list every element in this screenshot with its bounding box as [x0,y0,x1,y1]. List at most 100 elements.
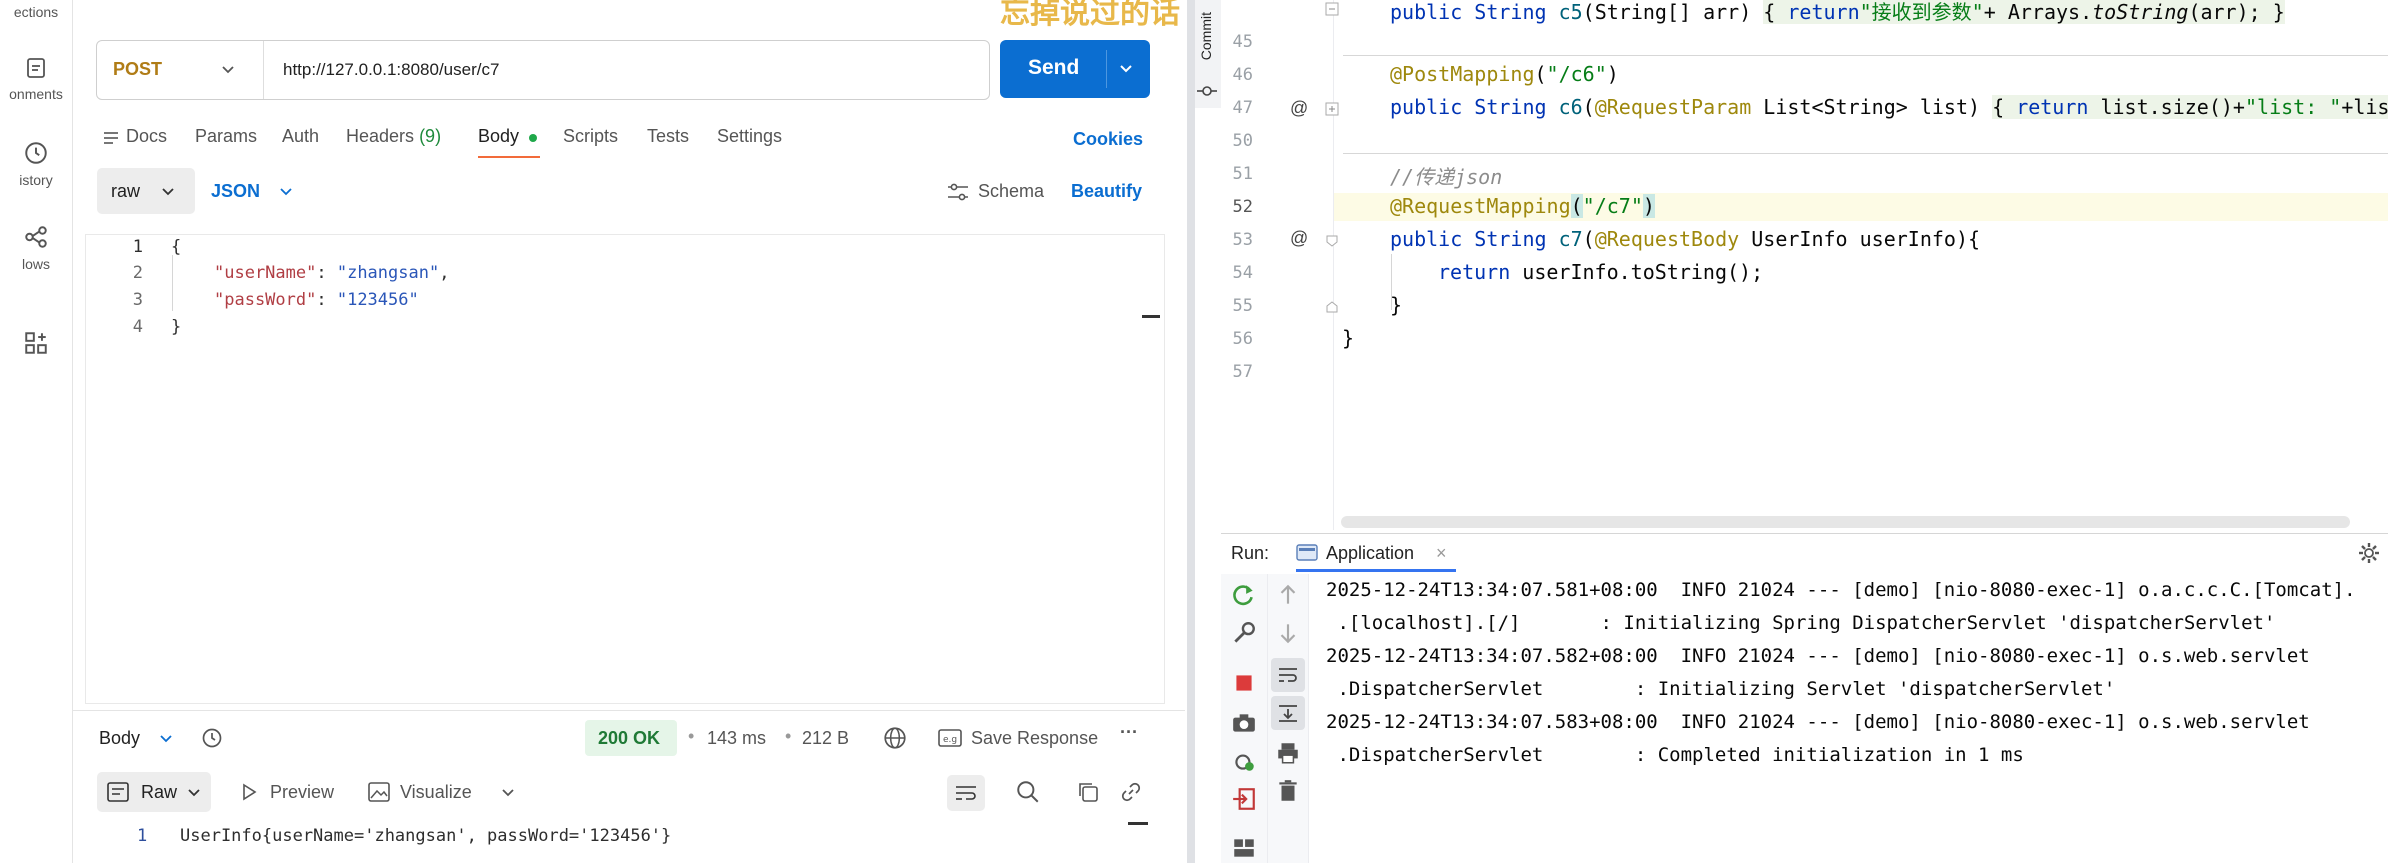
json-sep: : [316,263,337,283]
tab-body-label: Body [478,126,520,146]
chevron-down-icon[interactable] [501,786,515,800]
tab-docs[interactable]: Docs [126,126,167,147]
request-body-editor[interactable]: 1 2 3 4 { "userName": "zhangsan", "passW… [85,234,1165,704]
sidebar-item-environments[interactable]: onments [0,56,72,102]
method-separator [1343,153,2388,154]
code-token: ( [1582,227,1595,251]
send-button[interactable]: Send [1000,40,1150,98]
cookies-link[interactable]: Cookies [1073,129,1143,150]
arrow-up-icon[interactable] [1275,582,1301,608]
history-icon [25,142,47,164]
globe-icon[interactable] [882,725,908,751]
schema-button[interactable]: Schema [978,181,1044,202]
console-line: 2025-12-24T13:34:07.583+08:00 INFO 21024… [1326,711,2310,733]
layout-icon[interactable] [1231,835,1257,861]
line-number: 3 [132,290,143,310]
beautify-button[interactable]: Beautify [1071,181,1142,202]
response-body[interactable]: UserInfo{userName='zhangsan', passWord='… [180,826,671,846]
sidebar-item-collections[interactable]: ections [0,4,72,20]
camera-icon[interactable] [1231,710,1257,736]
soft-wrap-toggle[interactable] [1271,658,1305,692]
gear-icon[interactable] [2358,542,2380,564]
fold-icon[interactable] [1325,234,1339,248]
endpoint-marker-icon[interactable]: @ [1290,228,1308,249]
fold-icon[interactable] [1325,2,1339,16]
more-options-icon[interactable]: ··· [1120,722,1138,743]
code-token: ( [1582,95,1595,119]
console-line: .DispatcherServlet : Initializing Servle… [1326,678,2116,700]
horizontal-scrollbar[interactable] [1341,516,2350,528]
rerun-icon[interactable] [1231,582,1257,608]
fold-icon[interactable] [1325,300,1339,314]
scroll-to-end-toggle[interactable] [1271,696,1305,730]
trash-icon[interactable] [1275,778,1301,804]
save-response-button[interactable]: Save Response [971,728,1098,749]
save-response-icon: e.g [938,729,962,747]
code-line: return userInfo.toString(); [1438,260,1763,284]
body-active-dot [529,134,537,142]
code-token: { [1992,95,2017,119]
tab-params[interactable]: Params [195,126,257,147]
response-view-select[interactable]: Raw [97,772,211,812]
status-badge[interactable]: 200 OK [585,720,677,756]
sidebar-item-flows[interactable]: lows [0,224,72,272]
flows-icon [25,226,47,248]
tab-settings[interactable]: Settings [717,126,782,147]
console-line: .DispatcherServlet : Completed initializ… [1326,744,2024,766]
tab-tests[interactable]: Tests [647,126,689,147]
sidebar-item-more[interactable] [0,330,72,362]
copy-icon[interactable] [1077,781,1099,803]
fold-icon[interactable] [1325,102,1339,116]
commit-icon[interactable] [1196,80,1218,102]
tab-auth[interactable]: Auth [282,126,319,147]
tab-headers[interactable]: Headers (9) [346,126,441,147]
body-mode-select[interactable]: raw [97,168,195,214]
preview-tab[interactable]: Preview [270,782,334,803]
response-time[interactable]: 143 ms [707,728,766,749]
body-format-select[interactable]: JSON [211,181,260,202]
code-token: ( [1534,62,1547,86]
tab-headers-label: Headers [346,126,415,146]
response-section-select[interactable]: Body [99,728,140,749]
print-icon[interactable] [1275,740,1301,766]
response-size[interactable]: 212 B [802,728,849,749]
run-tab-application[interactable]: Application [1326,543,1414,564]
wrap-lines-button[interactable] [947,775,985,811]
stop-icon[interactable] [1231,670,1257,696]
code-line: } [1342,326,1355,350]
arrow-down-icon[interactable] [1275,620,1301,646]
debug-icon[interactable] [1231,748,1257,774]
code-token: "/c6" [1546,62,1607,86]
window-divider[interactable] [1187,0,1195,863]
code-line: "passWord": "123456" [214,290,419,310]
code-line: public String c6(@RequestParam List<Stri… [1390,95,2388,119]
chevron-down-icon[interactable] [159,732,173,746]
tab-scripts[interactable]: Scripts [563,126,618,147]
code-comment: //传递json [1390,165,1503,189]
url-input[interactable] [283,58,963,82]
endpoint-marker-icon[interactable]: @ [1290,98,1308,119]
code-token: @RequestMapping [1390,194,1571,218]
chevron-down-icon[interactable] [1118,62,1134,76]
code-token: "接收到参数" [1859,0,1984,24]
sidebar-item-history[interactable]: istory [0,140,72,188]
close-icon[interactable]: × [1436,543,1447,564]
tab-body[interactable]: Body [478,126,519,147]
chevron-down-icon[interactable] [279,185,293,199]
visualize-tab[interactable]: Visualize [400,782,472,803]
environments-icon [27,58,45,78]
search-icon[interactable] [1015,779,1041,805]
login-icon[interactable] [1231,786,1257,812]
code-token: public String [1390,227,1559,251]
line-number: 56 [1232,329,1253,349]
response-history-icon[interactable] [200,726,224,750]
line-number: 54 [1232,263,1253,283]
link-icon[interactable] [1120,781,1142,803]
scroll-marker [1142,315,1160,318]
scroll-to-end-icon [1279,705,1297,722]
wrench-icon[interactable] [1231,620,1257,646]
chevron-down-icon [188,789,200,797]
method-select[interactable]: POST [97,41,264,99]
code-token: "/c7" [1582,194,1643,218]
code-line: } [171,317,182,337]
